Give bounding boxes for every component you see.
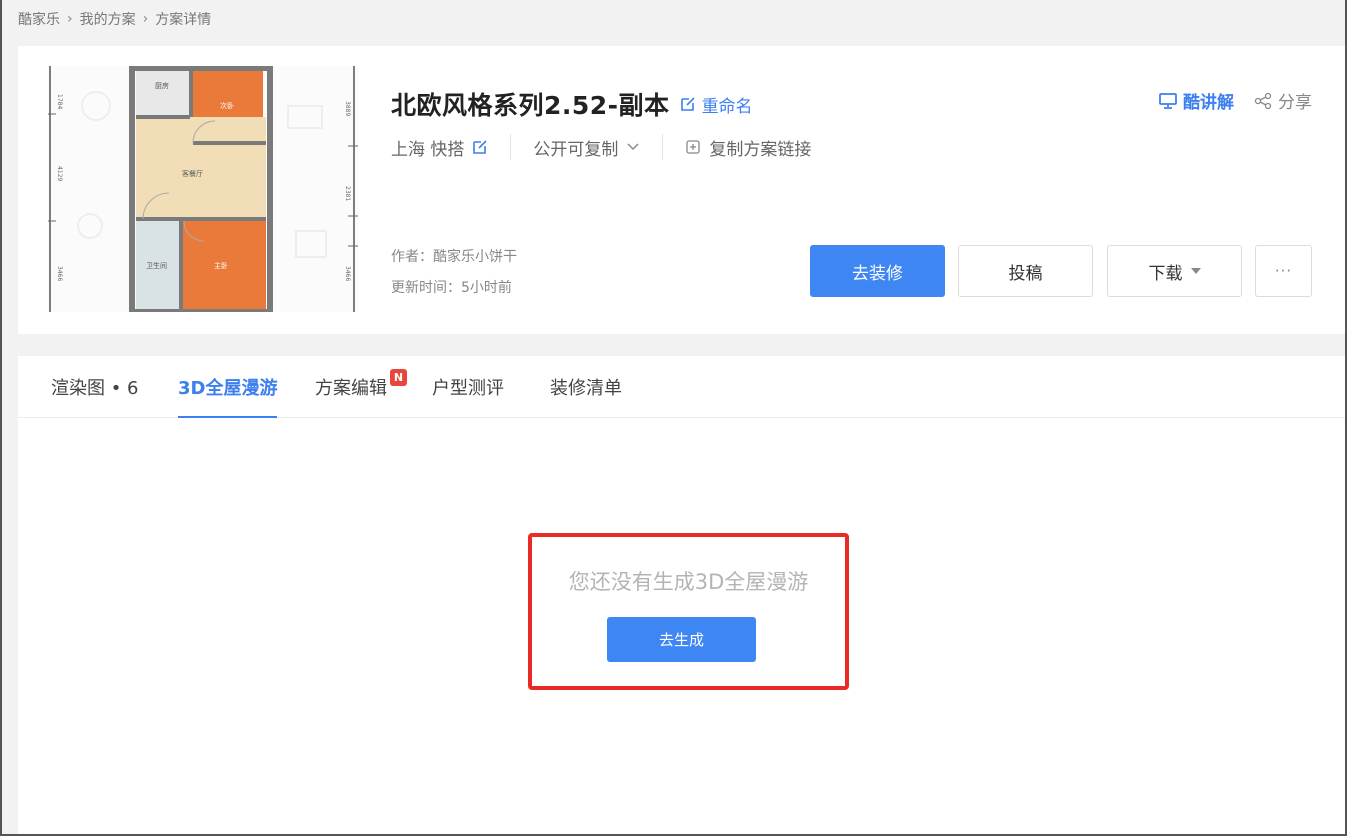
edit-icon xyxy=(473,140,487,154)
rename-label: 重命名 xyxy=(701,96,753,117)
floorplan-drawing: 1784 4129 3466 3889 2381 3466 厨房 次卧 客餐厅 … xyxy=(48,66,358,312)
tab-layout-review[interactable]: 户型测评 xyxy=(432,374,504,418)
room-label-living: 客餐厅 xyxy=(182,169,203,178)
plan-content-panel: 渲染图 • 6 3D全屋漫游 方案编辑 N 户型测评 装修清单 您还没有生成3D… xyxy=(18,356,1345,834)
visibility-dropdown[interactable]: 公开可复制 xyxy=(533,135,640,160)
tab-bar: 渲染图 • 6 3D全屋漫游 方案编辑 N 户型测评 装修清单 xyxy=(18,356,1345,418)
copy-link-button[interactable]: 复制方案链接 xyxy=(685,135,811,160)
divider xyxy=(510,134,512,160)
lecture-button[interactable]: 酷讲解 xyxy=(1159,88,1234,113)
visibility-value: 公开可复制 xyxy=(533,139,619,160)
breadcrumb: 酷家乐 › 我的方案 › 方案详情 xyxy=(18,8,211,30)
download-label: 下载 xyxy=(1148,263,1183,284)
room-label-kitchen: 厨房 xyxy=(155,81,169,90)
lecture-label: 酷讲解 xyxy=(1183,93,1234,113)
chevron-down-icon xyxy=(627,143,639,151)
monitor-icon xyxy=(1159,92,1177,109)
room-label-bathroom: 卫生间 xyxy=(146,261,167,270)
tab-3d-tour[interactable]: 3D全屋漫游 xyxy=(178,374,278,418)
breadcrumb-home[interactable]: 酷家乐 xyxy=(18,9,60,29)
room-label-bedroom2: 次卧 xyxy=(220,101,234,110)
plan-header-card: 1784 4129 3466 3889 2381 3466 厨房 次卧 客餐厅 … xyxy=(18,46,1345,334)
floorplan-thumbnail[interactable]: 1784 4129 3466 3889 2381 3466 厨房 次卧 客餐厅 … xyxy=(48,66,358,312)
window-frame-left xyxy=(0,0,2,836)
dim-right-1: 3889 xyxy=(344,101,351,116)
copy-link-label: 复制方案链接 xyxy=(709,139,812,160)
share-icon xyxy=(1254,92,1272,109)
chevron-right-icon: › xyxy=(67,11,73,27)
plan-author: 作者：酷家乐小饼干 xyxy=(391,249,517,265)
dim-left-2: 4129 xyxy=(56,166,63,181)
rename-button[interactable]: 重命名 xyxy=(680,92,753,117)
empty-state-message: 您还没有生成3D全屋漫游 xyxy=(568,570,809,594)
breadcrumb-my-plans[interactable]: 我的方案 xyxy=(80,9,136,29)
location-edit[interactable]: 上海 快搭 xyxy=(391,135,488,160)
empty-state-highlight: 您还没有生成3D全屋漫游 去生成 xyxy=(528,533,849,690)
new-badge: N xyxy=(390,369,407,386)
more-button[interactable]: ··· xyxy=(1255,245,1312,297)
tab-plan-edit[interactable]: 方案编辑 xyxy=(315,374,387,418)
generate-3d-tour-button[interactable]: 去生成 xyxy=(607,617,756,662)
renovate-button[interactable]: 去装修 xyxy=(810,245,945,297)
submit-button[interactable]: 投稿 xyxy=(958,245,1093,297)
dim-left-3: 3466 xyxy=(56,266,63,281)
dim-right-3: 3466 xyxy=(344,266,351,281)
location-text: 上海 快搭 xyxy=(391,139,465,160)
room-label-master: 主卧 xyxy=(214,261,228,270)
plan-updated-time: 更新时间：5小时前 xyxy=(391,280,512,296)
plan-title-row: 北欧风格系列2.52-副本 重命名 xyxy=(391,86,753,122)
chevron-right-icon: › xyxy=(142,11,149,27)
tab-render[interactable]: 渲染图 • 6 xyxy=(51,374,139,418)
plan-meta-row: 上海 快搭 公开可复制 复制方案链接 xyxy=(391,134,811,160)
share-label: 分享 xyxy=(1278,93,1312,113)
download-button[interactable]: 下载 xyxy=(1107,245,1242,297)
caret-down-icon xyxy=(1190,268,1201,274)
plan-title: 北欧风格系列2.52-副本 xyxy=(391,91,670,120)
edit-icon xyxy=(680,97,695,111)
top-actions: 酷讲解 分享 xyxy=(1159,88,1312,113)
dim-left-1: 1784 xyxy=(56,94,63,109)
copy-icon xyxy=(686,140,701,154)
breadcrumb-current: 方案详情 xyxy=(155,12,212,28)
divider xyxy=(662,134,664,160)
share-button[interactable]: 分享 xyxy=(1254,88,1312,113)
dim-right-2: 2381 xyxy=(344,186,351,201)
tab-renovation-list[interactable]: 装修清单 xyxy=(550,374,622,418)
